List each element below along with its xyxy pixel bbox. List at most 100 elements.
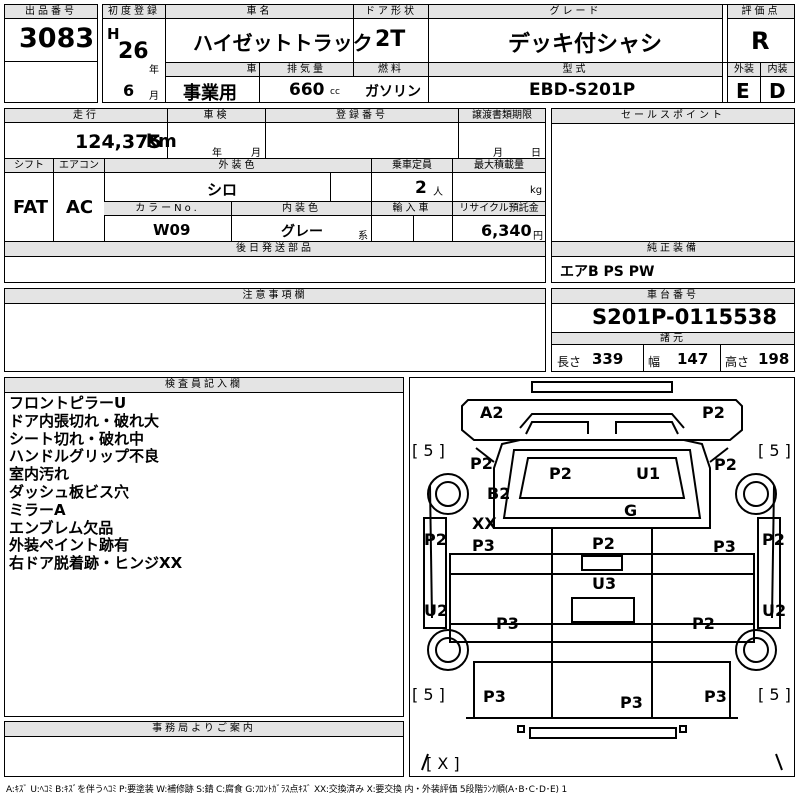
chassis-box: 車台番号 S201P-0115538 諸元 長さ 339 幅 147 高さ 19… bbox=[551, 288, 795, 372]
int-color-suffix: 系 bbox=[358, 231, 368, 242]
color-no-label: カラーNo. bbox=[104, 202, 231, 216]
damage-mark: P2 bbox=[762, 530, 785, 549]
genuine-label: 純正装備 bbox=[552, 242, 794, 257]
damage-mark: P2 bbox=[702, 403, 725, 422]
inspector-box: 検査員記入欄 フロントピラーU ドア内張切れ・破れ大 シート切れ・破れ中 ハンド… bbox=[4, 377, 404, 717]
damage-mark: [ 5 ] bbox=[412, 685, 445, 704]
damage-diagram: A2 P2 [ 5 ] [ 5 ] P2 P2 U1 P2 B2 G XX P2… bbox=[409, 377, 795, 777]
damage-mark: P3 bbox=[472, 536, 495, 555]
interior-label: 内装 bbox=[760, 63, 794, 77]
exterior-label: 外装 bbox=[727, 63, 760, 77]
mileage-label: 走行 bbox=[5, 109, 167, 123]
model: EBD-S201P bbox=[529, 80, 636, 100]
door-type-label: ドア形状 bbox=[353, 5, 428, 19]
inspector-note: エンブレム欠品 bbox=[9, 518, 114, 537]
inspector-note: 室内汚れ bbox=[9, 465, 70, 484]
history: 事業用 bbox=[183, 83, 237, 104]
first-reg-label: 初度登録 bbox=[103, 5, 165, 19]
notes-box: 注意事項欄 bbox=[4, 288, 546, 372]
ext-color: シロ bbox=[207, 181, 238, 199]
recycle-unit: 円 bbox=[533, 231, 543, 242]
lot-blank-cell bbox=[4, 61, 98, 103]
legend-text: A:ｷｽﾞ U:ﾍｺﾐ B:ｷｽﾞを伴うﾍｺﾐ P:要塗装 W:補修跡 S:錆 … bbox=[6, 785, 567, 795]
fuel: ガソリン bbox=[365, 84, 421, 100]
damage-mark: U2 bbox=[762, 601, 787, 620]
height: 198 bbox=[758, 350, 790, 368]
capacity-label: 乗車定員 bbox=[371, 159, 452, 173]
damage-mark: P2 bbox=[592, 534, 615, 553]
model-label: 型式 bbox=[428, 63, 722, 77]
length: 339 bbox=[592, 350, 624, 368]
inspector-note: ハンドルグリップ不良 bbox=[9, 447, 160, 466]
damage-mark: A2 bbox=[480, 403, 504, 422]
damage-mark: P2 bbox=[549, 464, 572, 483]
capacity-unit: 人 bbox=[433, 187, 443, 198]
ext-color-label: 外装色 bbox=[104, 159, 371, 173]
damage-mark: [ 5 ] bbox=[758, 685, 791, 704]
width: 147 bbox=[677, 350, 709, 368]
damage-mark: [ X ] bbox=[426, 754, 460, 773]
chassis-label: 車台番号 bbox=[552, 289, 794, 304]
first-reg-year: 26 bbox=[118, 39, 149, 64]
recycle-fee: 6,340 bbox=[481, 221, 532, 240]
int-color: グレー bbox=[281, 224, 323, 240]
inspection-label: 車検 bbox=[167, 109, 265, 123]
insp-month-unit: 月 bbox=[251, 148, 261, 159]
max-load-unit: kg bbox=[530, 185, 543, 196]
damage-mark: [ 5 ] bbox=[758, 441, 791, 460]
damage-mark: G bbox=[624, 501, 638, 520]
exterior-grade: E bbox=[736, 79, 750, 103]
grade: デッキ付シャシ bbox=[508, 32, 663, 57]
reg-no-label: 登録番号 bbox=[265, 109, 458, 123]
mileage-unit: km bbox=[146, 131, 177, 152]
vehicle-detail-table: 走行 車検 登録番号 譲渡書類期限 124,375 km 年 月 月 日 シフト… bbox=[4, 108, 546, 242]
capacity: 2 bbox=[415, 178, 427, 198]
inspector-label: 検査員記入欄 bbox=[5, 378, 403, 393]
damage-mark: P3 bbox=[496, 614, 519, 633]
damage-mark: U1 bbox=[636, 464, 661, 483]
notes-label: 注意事項欄 bbox=[5, 289, 545, 304]
int-color-label: 内装色 bbox=[231, 202, 371, 216]
office-notice-label: 事務局よりご案内 bbox=[5, 722, 403, 737]
car-name: ハイゼットトラック bbox=[193, 31, 373, 55]
later-parts-label: 後日発送部品 bbox=[5, 242, 545, 257]
score-label: 評価点 bbox=[727, 5, 794, 19]
transfer-day-unit: 日 bbox=[531, 148, 541, 159]
insp-year-unit: 年 bbox=[212, 148, 222, 159]
damage-mark: P2 bbox=[470, 454, 493, 473]
inspector-note: ドア内張切れ・破れ大 bbox=[9, 411, 160, 430]
sales-point-label: セールスポイント bbox=[552, 109, 794, 124]
inspector-note: ダッシュ板ビス穴 bbox=[9, 482, 130, 501]
displacement: 660 bbox=[289, 80, 325, 100]
inspector-note: シート切れ・破れ中 bbox=[9, 429, 145, 448]
sales-point-box: セールスポイント bbox=[551, 108, 795, 242]
damage-mark: P3 bbox=[713, 537, 736, 556]
genuine-equipment: エアB PS PW bbox=[560, 264, 655, 280]
door-type: 2T bbox=[375, 27, 406, 52]
import-label: 輸入車 bbox=[371, 202, 452, 216]
fuel-label: 燃料 bbox=[353, 63, 428, 77]
later-parts-box: 後日発送部品 bbox=[4, 241, 546, 283]
damage-mark: P2 bbox=[424, 530, 447, 549]
damage-mark: U3 bbox=[592, 574, 617, 593]
transfer-month-unit: 月 bbox=[493, 148, 503, 159]
inspector-note: フロントピラーU bbox=[9, 394, 127, 412]
damage-mark: [ 5 ] bbox=[412, 441, 445, 460]
damage-mark: P3 bbox=[704, 687, 727, 706]
damage-mark: U2 bbox=[424, 601, 449, 620]
office-notice-box: 事務局よりご案内 bbox=[4, 721, 404, 777]
shift: FAT bbox=[13, 197, 49, 218]
transfer-label: 譲渡書類期限 bbox=[458, 109, 545, 123]
inspector-note: 右ドア脱着跡・ヒンジXX bbox=[9, 554, 183, 573]
ac-label: エアコン bbox=[53, 159, 104, 173]
recycle-label: リサイクル預託金 bbox=[452, 202, 545, 216]
lot-number: 3083 bbox=[19, 23, 95, 54]
displacement-unit: cc bbox=[330, 87, 340, 97]
shift-label: シフト bbox=[5, 159, 53, 173]
interior-grade: D bbox=[769, 79, 786, 103]
width-label: 幅 bbox=[648, 355, 661, 369]
damage-mark: P2 bbox=[692, 614, 715, 633]
year-unit: 年 bbox=[149, 65, 159, 76]
score: R bbox=[751, 27, 770, 55]
car-name-label: 車名 bbox=[165, 5, 353, 19]
